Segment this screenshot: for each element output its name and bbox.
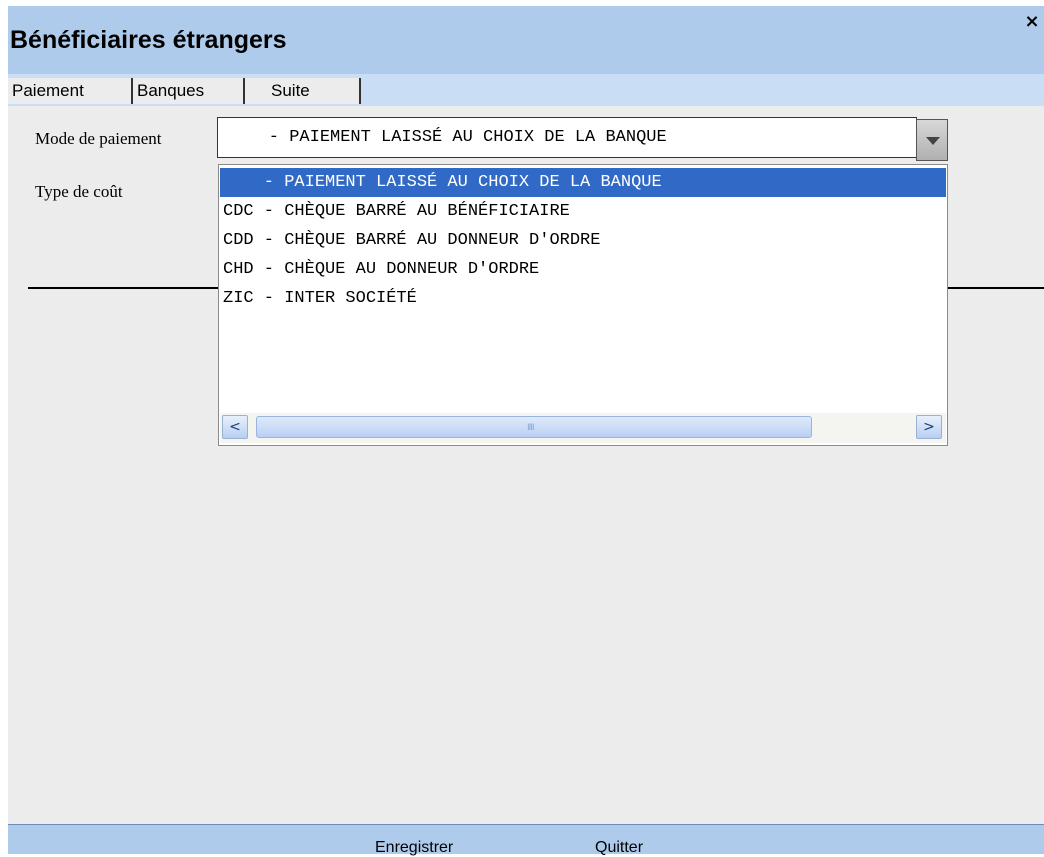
scroll-right-icon[interactable]: > (916, 415, 942, 439)
save-button[interactable]: Enregistrer (375, 839, 453, 857)
type-cout-label: Type de coût (35, 182, 123, 201)
quit-button[interactable]: Quitter (595, 839, 643, 857)
chevron-down-icon (926, 137, 940, 145)
scrollbar-thumb[interactable]: IIII (256, 416, 812, 438)
footer-bar: Enregistrer Quitter (8, 824, 1044, 857)
tab-banques[interactable]: Banques (133, 78, 245, 104)
divider-left (28, 287, 228, 289)
grip-icon: IIII (527, 423, 535, 433)
tab-paiement[interactable]: Paiement (8, 78, 133, 104)
mode-paiement-value: - PAIEMENT LAISSÉ AU CHOIX DE LA BANQUE (228, 128, 667, 147)
horizontal-scrollbar[interactable]: < IIII > (220, 413, 946, 443)
dropdown-option[interactable]: CDD - CHÈQUE BARRÉ AU DONNEUR D'ORDRE (220, 226, 946, 255)
scroll-left-icon[interactable]: < (222, 415, 248, 439)
mode-paiement-select[interactable]: - PAIEMENT LAISSÉ AU CHOIX DE LA BANQUE (217, 117, 917, 158)
dropdown-option[interactable]: - PAIEMENT LAISSÉ AU CHOIX DE LA BANQUE (220, 168, 946, 197)
dropdown-option[interactable]: CDC - CHÈQUE BARRÉ AU BÉNÉFICIAIRE (220, 197, 946, 226)
dropdown-option[interactable]: ZIC - INTER SOCIÉTÉ (220, 284, 946, 313)
window-title: Bénéficiaires étrangers (10, 26, 287, 54)
dropdown-option[interactable]: CHD - CHÈQUE AU DONNEUR D'ORDRE (220, 255, 946, 284)
close-icon[interactable]: × (1023, 13, 1041, 31)
mode-paiement-label: Mode de paiement (35, 129, 162, 148)
divider-right (948, 287, 1044, 289)
dropdown-toggle-button[interactable] (916, 119, 948, 161)
dialog-window: Bénéficiaires étrangers × Paiement Banqu… (8, 6, 1044, 857)
dropdown-list[interactable]: - PAIEMENT LAISSÉ AU CHOIX DE LA BANQUE … (218, 164, 948, 446)
tab-suite[interactable]: Suite (245, 78, 361, 104)
title-bar: Bénéficiaires étrangers × (8, 6, 1044, 74)
